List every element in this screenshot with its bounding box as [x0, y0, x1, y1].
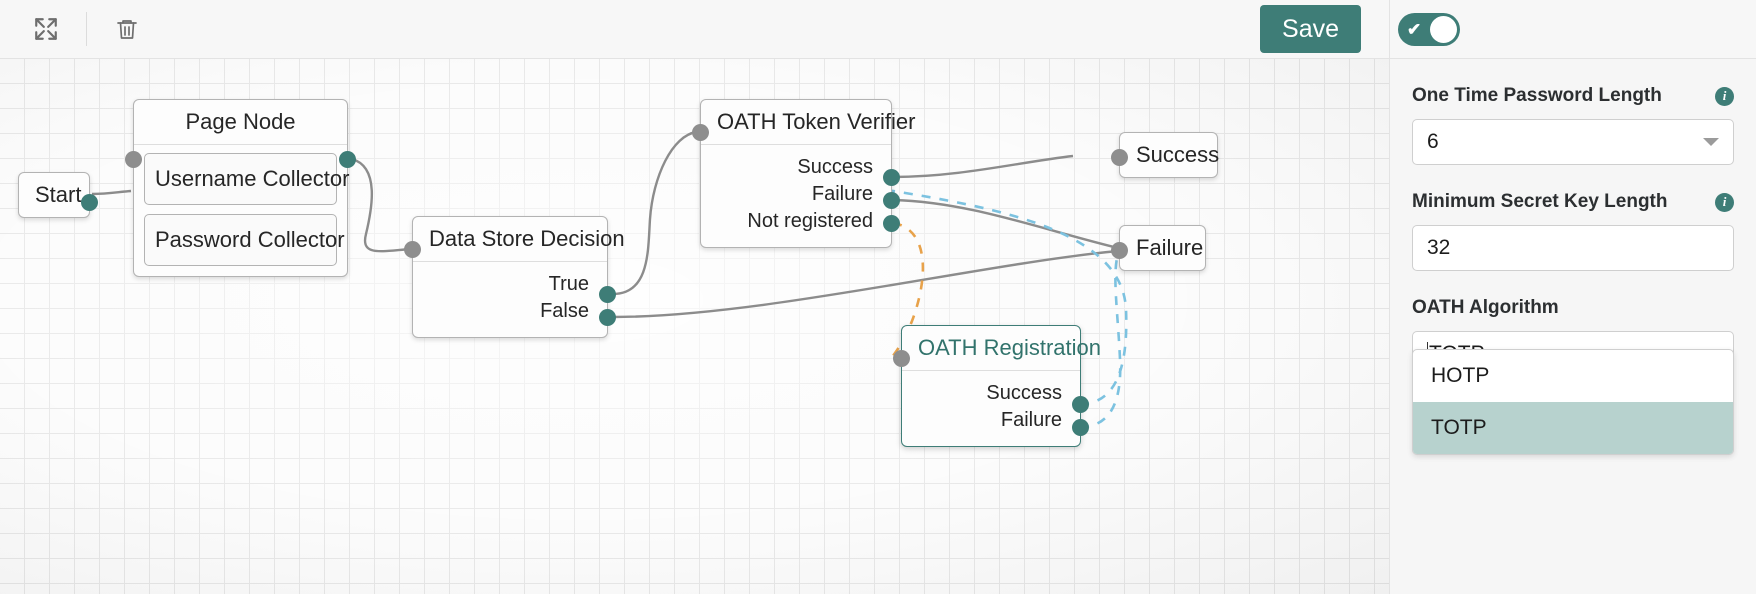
field-one-time-password-length: One Time Password Length i 6 — [1412, 85, 1734, 165]
sub-node-username-collector[interactable]: Username Collector — [144, 153, 349, 205]
oath-algorithm-dropdown[interactable]: HOTP TOTP — [1412, 349, 1734, 455]
dropdown-option-hotp[interactable]: HOTP — [1413, 350, 1733, 402]
port-success-in[interactable] — [1111, 149, 1128, 166]
output-not-registered: Not registered — [747, 210, 873, 232]
edge-start-to-page — [91, 189, 132, 196]
node-data-store-decision[interactable]: Data Store Decision True False — [404, 216, 625, 338]
one-time-password-length-select[interactable]: 6 — [1412, 119, 1734, 165]
field-label: One Time Password Length — [1412, 85, 1662, 106]
node-title: Data Store Decision — [413, 217, 625, 262]
minimum-secret-key-length-input[interactable]: 32 — [1412, 225, 1734, 271]
trash-icon[interactable] — [101, 3, 153, 55]
flow-editor: Save ✔ Start Page Node Username Collecto… — [0, 0, 1756, 594]
chevron-down-icon — [1703, 138, 1719, 146]
edge-false-to-failure — [612, 249, 1119, 319]
sub-node-password-collector[interactable]: Password Collector — [144, 214, 345, 266]
edge-verifier-success — [892, 154, 1074, 179]
port-page-in[interactable] — [125, 151, 142, 168]
edge-true-to-verifier — [612, 130, 698, 296]
node-title: Failure — [1136, 235, 1204, 260]
properties-panel: One Time Password Length i 6 Minimum Sec… — [1389, 59, 1756, 594]
node-title: Page Node — [134, 100, 347, 145]
node-body: Success Failure — [902, 371, 1080, 446]
info-icon[interactable]: i — [1715, 192, 1734, 212]
port-verifier-failure[interactable] — [883, 192, 900, 209]
output-failure: Failure — [1000, 409, 1062, 431]
port-verifier-not-registered[interactable] — [883, 215, 900, 232]
output-success: Success — [986, 382, 1062, 404]
node-body: Username Collector Password Collector — [134, 145, 349, 276]
port-page-out[interactable] — [339, 151, 356, 168]
node-start[interactable]: Start — [18, 172, 98, 218]
node-enabled-toggle[interactable]: ✔ — [1398, 12, 1460, 46]
port-start-out[interactable] — [81, 194, 98, 211]
edge-page-to-datastore — [351, 157, 412, 253]
port-registration-failure[interactable] — [1072, 419, 1089, 436]
node-body: True False — [413, 262, 607, 337]
field-label-row: OATH Algorithm — [1412, 297, 1734, 319]
field-label-row: One Time Password Length i — [1412, 85, 1734, 107]
node-title: Success — [1136, 142, 1220, 167]
field-oath-algorithm: OATH Algorithm TOTP HOTP TOTP — [1412, 297, 1734, 455]
field-label-row: Minimum Secret Key Length i — [1412, 191, 1734, 213]
node-body: Success Failure Not registered — [701, 145, 891, 247]
field-label: Minimum Secret Key Length — [1412, 191, 1668, 212]
toolbar: Save — [0, 0, 1389, 59]
port-datastore-true[interactable] — [599, 286, 616, 303]
toggle-knob — [1430, 15, 1457, 43]
port-verifier-in[interactable] — [692, 124, 709, 141]
port-registration-success[interactable] — [1072, 396, 1089, 413]
node-oath-registration[interactable]: OATH Registration Success Failure — [893, 325, 1101, 447]
flow-canvas[interactable]: Start Page Node Username Collector Passw… — [0, 59, 1389, 594]
port-datastore-in[interactable] — [404, 241, 421, 258]
node-success[interactable]: Success — [1111, 132, 1220, 178]
edge-verifier-failure — [892, 198, 1119, 250]
port-registration-in[interactable] — [893, 350, 910, 367]
port-verifier-success[interactable] — [883, 169, 900, 186]
save-button[interactable]: Save — [1260, 5, 1361, 53]
node-oath-token-verifier[interactable]: OATH Token Verifier Success Failure Not … — [692, 99, 915, 248]
node-title: Start — [35, 182, 82, 207]
toolbar-divider — [86, 12, 87, 46]
output-failure: Failure — [811, 183, 873, 205]
expand-arrows-icon[interactable] — [20, 3, 72, 55]
port-datastore-false[interactable] — [599, 309, 616, 326]
check-icon: ✔ — [1407, 19, 1422, 39]
output-false: False — [540, 300, 589, 322]
info-icon[interactable]: i — [1715, 86, 1734, 106]
dropdown-option-totp[interactable]: TOTP — [1413, 402, 1733, 454]
panel-header: ✔ — [1389, 0, 1756, 59]
input-value: 32 — [1427, 236, 1451, 259]
node-title: OATH Registration — [902, 326, 1101, 371]
field-minimum-secret-key-length: Minimum Secret Key Length i 32 — [1412, 191, 1734, 271]
node-title: OATH Token Verifier — [701, 100, 915, 145]
select-value: 6 — [1427, 130, 1439, 153]
output-true: True — [548, 273, 589, 295]
node-failure[interactable]: Failure — [1111, 225, 1206, 271]
output-success: Success — [797, 156, 873, 178]
port-failure-in[interactable] — [1111, 242, 1128, 259]
node-page-node[interactable]: Page Node Username Collector Password Co… — [125, 99, 356, 277]
field-label: OATH Algorithm — [1412, 297, 1559, 318]
